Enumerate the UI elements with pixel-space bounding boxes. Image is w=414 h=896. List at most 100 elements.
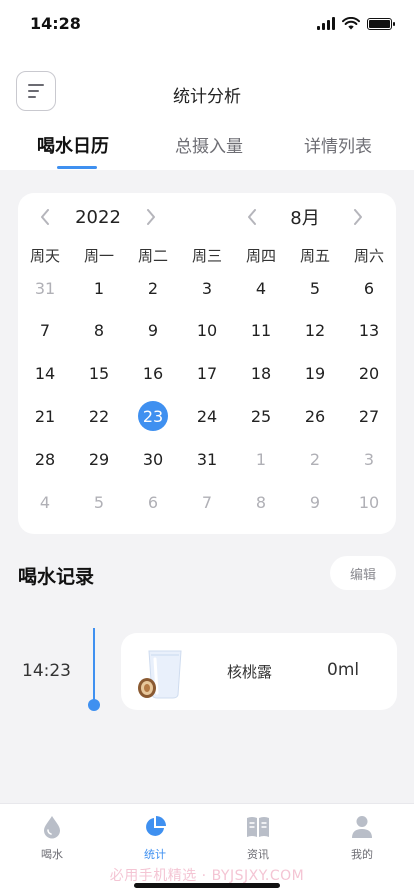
calendar-day[interactable]: 20 [342, 353, 396, 395]
calendar-day[interactable]: 31 [180, 438, 234, 480]
calendar-day[interactable]: 28 [18, 438, 72, 480]
calendar-day[interactable]: 13 [342, 310, 396, 352]
calendar-day[interactable]: 2 [288, 438, 342, 480]
calendar-day-number: 8 [255, 492, 267, 512]
calendar-day[interactable]: 10 [180, 310, 234, 352]
calendar-day[interactable]: 17 [180, 353, 234, 395]
calendar-day-number: 6 [363, 278, 375, 298]
nav-label: 统计 [144, 848, 166, 861]
calendar-day[interactable]: 31 [18, 267, 72, 309]
calendar-day[interactable]: 18 [234, 353, 288, 395]
calendar-week-row: 21 22 23 24 25 26 27 [18, 395, 396, 437]
calendar-day-number: 5 [93, 492, 105, 512]
calendar-day[interactable]: 6 [126, 481, 180, 523]
calendar-day[interactable]: 24 [180, 395, 234, 437]
calendar-day-number: 9 [147, 321, 159, 341]
calendar-day[interactable]: 25 [234, 395, 288, 437]
calendar-day[interactable]: 27 [342, 395, 396, 437]
home-indicator[interactable] [134, 883, 280, 888]
status-time: 14:28 [30, 14, 81, 33]
calendar-day[interactable]: 3 [342, 438, 396, 480]
record-drink-name: 核桃露 [227, 663, 273, 681]
calendar-card: 2022 8月 周天 周一 周二 周三 周四 周五 周六 31 1 2 3 4 5 6 7 8 9… [18, 193, 396, 534]
calendar-day[interactable]: 12 [288, 310, 342, 352]
calendar-day-number: 11 [250, 321, 272, 341]
nav-news[interactable]: 资讯 [228, 814, 288, 862]
calendar-day[interactable]: 19 [288, 353, 342, 395]
calendar-day-number: 3 [363, 449, 375, 469]
calendar-day[interactable]: 30 [126, 438, 180, 480]
weekday-label: 周一 [83, 247, 114, 265]
calendar-week-row: 7 8 9 10 11 12 13 [18, 310, 396, 352]
nav-statistics[interactable]: 统计 [125, 814, 185, 862]
calendar-day[interactable]: 5 [288, 267, 342, 309]
calendar-day-number: 5 [309, 278, 321, 298]
calendar-day-number: 2 [147, 278, 159, 298]
cellular-signal-icon [317, 17, 335, 30]
tab-bar: 喝水日历 总摄入量 详情列表 [0, 132, 414, 170]
calendar-day[interactable]: 22 [72, 395, 126, 437]
calendar-day-number: 1 [93, 278, 105, 298]
nav-drink-water[interactable]: 喝水 [22, 814, 82, 862]
calendar-day[interactable]: 2 [126, 267, 180, 309]
record-card[interactable]: 核桃露 0ml [121, 633, 397, 710]
calendar-day[interactable]: 1 [72, 267, 126, 309]
calendar-day[interactable]: 5 [72, 481, 126, 523]
calendar-week-row: 28 29 30 31 1 2 3 [18, 438, 396, 480]
next-year-button[interactable] [140, 206, 162, 228]
calendar-day-number: 19 [304, 364, 326, 384]
calendar-day[interactable]: 11 [234, 310, 288, 352]
calendar-day[interactable]: 15 [72, 353, 126, 395]
calendar-day[interactable]: 7 [180, 481, 234, 523]
calendar-day[interactable]: 9 [126, 310, 180, 352]
record-time: 14:23 [22, 661, 71, 681]
weekday-label: 周五 [299, 247, 330, 265]
water-drop-icon [44, 816, 60, 839]
calendar-day[interactable]: 8 [234, 481, 288, 523]
tab-total-intake[interactable]: 总摄入量 [175, 132, 243, 157]
weekday-label: 周三 [191, 247, 222, 265]
month-selector: 8月 [241, 193, 369, 241]
record-amount: 0ml [327, 660, 360, 680]
next-month-button[interactable] [347, 206, 369, 228]
tab-detail-list[interactable]: 详情列表 [304, 132, 372, 157]
tab-water-calendar[interactable]: 喝水日历 [37, 132, 109, 158]
calendar-day-number: 28 [34, 449, 56, 469]
calendar-day[interactable]: 29 [72, 438, 126, 480]
calendar-day-number: 16 [142, 364, 164, 384]
prev-year-button[interactable] [34, 206, 56, 228]
weekday-label: 周六 [353, 247, 384, 265]
calendar-day-selected[interactable]: 23 [126, 395, 180, 437]
calendar-day[interactable]: 9 [288, 481, 342, 523]
calendar-day-number: 22 [88, 406, 110, 426]
weekday-label: 周四 [245, 247, 276, 265]
calendar-day-number: 7 [201, 492, 213, 512]
calendar-day[interactable]: 6 [342, 267, 396, 309]
weekday-label: 周天 [29, 247, 60, 265]
records-title: 喝水记录 [18, 566, 95, 588]
calendar-day-number: 4 [255, 278, 267, 298]
calendar-day[interactable]: 3 [180, 267, 234, 309]
nav-profile[interactable]: 我的 [332, 814, 392, 862]
calendar-day[interactable]: 14 [18, 353, 72, 395]
book-icon [247, 817, 269, 837]
watermark-text: 必用手机精选 · BYJSJXY.COM [109, 868, 305, 884]
calendar-day[interactable]: 7 [18, 310, 72, 352]
calendar-day[interactable]: 8 [72, 310, 126, 352]
calendar-day-number: 24 [196, 406, 218, 426]
calendar-day[interactable]: 4 [234, 267, 288, 309]
edit-button[interactable]: 编辑 [330, 556, 396, 590]
calendar-day-number: 23 [138, 401, 168, 432]
calendar-week-row: 14 15 16 17 18 19 20 [18, 353, 396, 395]
calendar-day[interactable]: 16 [126, 353, 180, 395]
calendar-day[interactable]: 1 [234, 438, 288, 480]
pie-chart-icon [146, 816, 166, 836]
calendar-day-number: 13 [358, 321, 380, 341]
calendar-day[interactable]: 26 [288, 395, 342, 437]
calendar-day[interactable]: 10 [342, 481, 396, 523]
weekday-label: 周二 [137, 247, 168, 265]
calendar-day[interactable]: 21 [18, 395, 72, 437]
calendar-day-number: 25 [250, 406, 272, 426]
prev-month-button[interactable] [241, 206, 263, 228]
calendar-day[interactable]: 4 [18, 481, 72, 523]
